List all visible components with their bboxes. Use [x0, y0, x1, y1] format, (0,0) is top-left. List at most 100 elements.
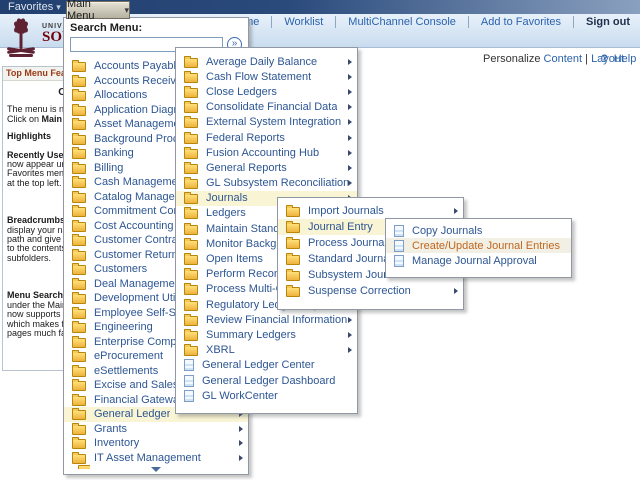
- menu-item[interactable]: General Ledger Dashboard: [176, 373, 357, 388]
- menu-item[interactable]: IT Asset Management: [64, 451, 248, 466]
- folder-icon: [72, 393, 86, 406]
- folder-icon: [184, 298, 198, 311]
- folder-icon: [184, 146, 198, 159]
- folder-icon: [72, 103, 86, 116]
- header-link[interactable]: Add to Favorites: [467, 16, 573, 28]
- menu-item[interactable]: Import Journals: [278, 203, 463, 219]
- folder-icon: [184, 85, 198, 98]
- folder-icon: [72, 451, 86, 464]
- page-icon: [184, 389, 194, 402]
- menu-item[interactable]: Manage Journal Approval: [386, 253, 571, 268]
- folder-icon: [72, 350, 86, 363]
- folder-icon: [184, 192, 198, 205]
- submenu-arrow-icon: [348, 180, 352, 187]
- folder-icon: [184, 177, 198, 190]
- submenu-arrow-icon: [348, 347, 352, 354]
- menu-item[interactable]: XBRL: [176, 343, 357, 358]
- folder-icon: [72, 306, 86, 319]
- chevron-down-icon: ▾: [56, 2, 61, 12]
- folder-icon: [72, 219, 86, 232]
- folder-icon: [72, 408, 86, 421]
- folder-icon: [72, 176, 86, 189]
- folder-icon: [72, 161, 86, 174]
- submenu-arrow-icon: [239, 454, 243, 461]
- sign-out-link[interactable]: Sign out: [573, 16, 632, 28]
- menu-item[interactable]: Fusion Accounting Hub: [176, 145, 357, 160]
- menu-item[interactable]: External System Integration: [176, 115, 357, 130]
- folder-icon: [184, 161, 198, 174]
- submenu-arrow-icon: [348, 164, 352, 171]
- folder-icon: [72, 118, 86, 131]
- menu-item[interactable]: Inventory: [64, 436, 248, 451]
- submenu-arrow-icon: [348, 58, 352, 65]
- submenu-arrow-icon: [239, 425, 243, 432]
- main-menu-label: Main Menu: [67, 0, 95, 22]
- folder-icon: [72, 437, 86, 450]
- folder-icon: [184, 313, 198, 326]
- help-area: ? Help: [601, 53, 636, 65]
- folder-icon: [72, 379, 86, 392]
- menu-item[interactable]: Average Daily Balance: [176, 54, 357, 69]
- main-menu-button[interactable]: Main Menu ▾: [66, 0, 130, 22]
- menu-item[interactable]: Close Ledgers: [176, 84, 357, 99]
- pagelet-text: subfolders.: [7, 252, 52, 263]
- pagelet-paragraph: Recently Used now appear un Favorites menu…: [7, 150, 71, 189]
- header-link[interactable]: Worklist: [271, 16, 335, 28]
- submenu-arrow-icon: [348, 149, 352, 156]
- folder-icon: [286, 237, 300, 249]
- folder-icon: [184, 207, 198, 220]
- folder-icon: [184, 253, 198, 266]
- folder-icon: [184, 55, 198, 68]
- menu-item[interactable]: Create/Update Journal Entries: [386, 238, 571, 254]
- menu-item[interactable]: Suspense Correction: [278, 283, 463, 299]
- submenu-arrow-icon: [348, 331, 352, 338]
- header-links: HomeWorklistMultiChannel ConsoleAdd to F…: [218, 16, 632, 28]
- folder-icon: [184, 131, 198, 144]
- journal-entry-submenu: Copy Journals Create/Update Journal Entr…: [385, 218, 572, 278]
- search-menu-label: Search Menu:: [70, 22, 143, 34]
- personalize-content-link[interactable]: Content: [544, 53, 583, 65]
- folder-icon: [286, 205, 300, 217]
- page-icon: [394, 239, 404, 252]
- menu-item[interactable]: Copy Journals: [386, 223, 571, 238]
- folder-icon: [72, 89, 86, 102]
- folder-icon: [78, 465, 90, 469]
- folder-icon: [184, 116, 198, 129]
- menu-item[interactable]: Consolidate Financial Data: [176, 100, 357, 115]
- page-icon: [394, 254, 404, 267]
- help-icon[interactable]: ?: [601, 53, 608, 65]
- help-link[interactable]: Help: [614, 53, 637, 65]
- pagelet-text: at the top left.: [7, 177, 62, 188]
- favorites-label: Favorites: [8, 1, 54, 13]
- menu-item[interactable]: Summary Ledgers: [176, 327, 357, 342]
- top-menu-features-pagelet: Top Menu Feat O The menu is no Click on …: [2, 66, 72, 371]
- menu-item[interactable]: Cash Flow Statement: [176, 69, 357, 84]
- menu-item[interactable]: General Ledger Center: [176, 358, 357, 373]
- palmetto-tree-icon: [7, 18, 35, 57]
- menu-item[interactable]: Federal Reports: [176, 130, 357, 145]
- menu-item[interactable]: GL Subsystem Reconciliation: [176, 176, 357, 191]
- menu-item[interactable]: General Reports: [176, 160, 357, 175]
- submenu-arrow-icon: [348, 104, 352, 111]
- favorites-menu-button[interactable]: Favorites ▾: [8, 0, 61, 14]
- folder-icon: [72, 263, 86, 276]
- page-icon: [184, 359, 194, 372]
- pagelet-highlights-title: Highlights: [7, 131, 51, 142]
- header-link[interactable]: MultiChannel Console: [335, 16, 468, 28]
- folder-icon: [72, 422, 86, 435]
- folder-icon: [72, 132, 86, 145]
- submenu-arrow-icon: [454, 288, 458, 294]
- pagelet-text: pages much fa: [7, 327, 67, 338]
- scroll-down-icon[interactable]: [151, 466, 161, 472]
- pagelet-text: Click on Main M: [7, 113, 72, 124]
- folder-icon: [72, 364, 86, 377]
- menu-item[interactable]: Review Financial Information: [176, 312, 357, 327]
- personalize-label: Personalize: [483, 53, 541, 65]
- folder-icon: [72, 147, 86, 160]
- submenu-arrow-icon: [239, 440, 243, 447]
- folder-icon: [72, 292, 86, 305]
- folder-icon: [72, 74, 86, 87]
- menu-item[interactable]: GL WorkCenter: [176, 388, 357, 403]
- submenu-arrow-icon: [348, 316, 352, 323]
- menu-item[interactable]: Grants: [64, 422, 248, 437]
